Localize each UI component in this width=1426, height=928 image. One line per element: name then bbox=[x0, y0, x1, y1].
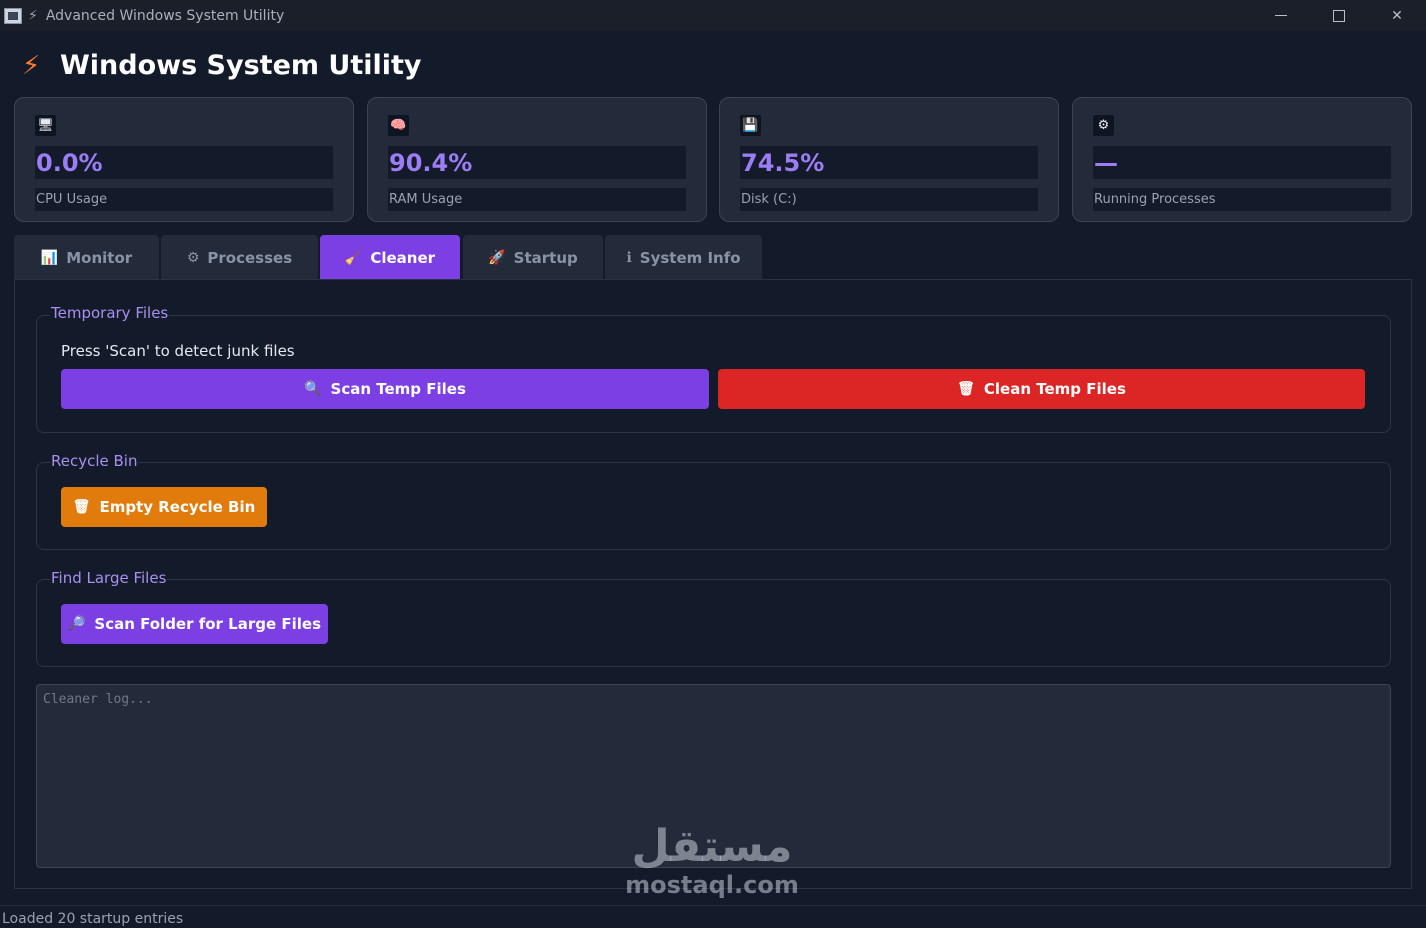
button-label: Scan Temp Files bbox=[330, 380, 466, 398]
find-large-files-title: Find Large Files bbox=[50, 569, 168, 587]
cpu-usage-value: 0.0% bbox=[36, 149, 103, 177]
page-title: Windows System Utility bbox=[60, 50, 422, 81]
stat-label-box: RAM Usage bbox=[388, 188, 686, 211]
stat-card-disk: 💾 74.5% Disk (C:) bbox=[719, 97, 1059, 222]
status-text: Loaded 20 startup entries bbox=[2, 911, 184, 927]
cleaner-log-placeholder: Cleaner log... bbox=[43, 692, 153, 707]
stat-card-ram: 🧠 90.4% RAM Usage bbox=[367, 97, 707, 222]
stats-row: 🖥 0.0% CPU Usage 🧠 90.4% RAM Usage 💾 74.… bbox=[14, 97, 1412, 222]
magnifier-icon: 🔍 bbox=[304, 381, 322, 397]
tab-label: Cleaner bbox=[370, 248, 436, 267]
disk-usage-label: Disk (C:) bbox=[741, 192, 797, 207]
scan-large-files-button[interactable]: 🔎 Scan Folder for Large Files bbox=[61, 604, 328, 644]
stat-value-box: 74.5% bbox=[740, 146, 1038, 179]
tab-label: Startup bbox=[513, 248, 578, 267]
window-title: Advanced Windows System Utility bbox=[45, 7, 285, 24]
window-controls: ✕ bbox=[1252, 0, 1426, 31]
stat-card-cpu: 🖥 0.0% CPU Usage bbox=[14, 97, 354, 222]
empty-recycle-bin-button[interactable]: 🗑 Empty Recycle Bin bbox=[61, 487, 267, 527]
brain-icon: 🧠 bbox=[388, 115, 409, 136]
bar-chart-icon: 📊 bbox=[40, 249, 59, 266]
stat-card-processes: ⚙ — Running Processes bbox=[1072, 97, 1412, 222]
tab-monitor[interactable]: 📊 Monitor bbox=[14, 235, 159, 280]
stat-label-box: Running Processes bbox=[1093, 188, 1391, 211]
temp-files-status: Press 'Scan' to detect junk files bbox=[61, 342, 295, 360]
ram-usage-value: 90.4% bbox=[389, 149, 473, 177]
trash-icon: 🗑 bbox=[957, 381, 975, 397]
watermark-arabic: مستقل bbox=[631, 821, 793, 872]
maximize-icon bbox=[1333, 9, 1345, 22]
stat-value-box: — bbox=[1093, 146, 1391, 179]
tab-cleaner[interactable]: 🧹 Cleaner bbox=[320, 235, 460, 280]
tab-startup[interactable]: 🚀 Startup bbox=[463, 235, 603, 280]
stat-value-box: 90.4% bbox=[388, 146, 686, 179]
stat-label-box: Disk (C:) bbox=[740, 188, 1038, 211]
clean-temp-files-button[interactable]: 🗑 Clean Temp Files bbox=[718, 369, 1365, 409]
close-button[interactable]: ✕ bbox=[1368, 0, 1426, 31]
running-processes-value: — bbox=[1094, 149, 1118, 177]
lightning-icon: ⚡ bbox=[22, 50, 41, 81]
tab-label: Monitor bbox=[66, 248, 133, 267]
recycle-bin-title: Recycle Bin bbox=[50, 452, 139, 470]
ram-usage-label: RAM Usage bbox=[389, 192, 463, 207]
temporary-files-title: Temporary Files bbox=[50, 304, 170, 322]
button-label: Clean Temp Files bbox=[983, 380, 1126, 398]
app-header: ⚡ Windows System Utility bbox=[22, 50, 422, 81]
minimize-button[interactable] bbox=[1252, 0, 1310, 31]
watermark: مستقل mostaql.com bbox=[622, 821, 802, 899]
close-icon: ✕ bbox=[1391, 7, 1403, 24]
disk-usage-value: 74.5% bbox=[741, 149, 825, 177]
cpu-usage-label: CPU Usage bbox=[36, 192, 108, 207]
app-window-icon bbox=[4, 7, 22, 24]
stat-label-box: CPU Usage bbox=[35, 188, 333, 211]
button-label: Scan Folder for Large Files bbox=[94, 615, 322, 633]
tab-label: System Info bbox=[639, 248, 741, 267]
gear-icon: ⚙ bbox=[1093, 115, 1114, 136]
title-bar: ⚡ Advanced Windows System Utility ✕ bbox=[0, 0, 1426, 31]
tab-label: Processes bbox=[207, 248, 293, 267]
stat-value-box: 0.0% bbox=[35, 146, 333, 179]
tab-system-info[interactable]: ℹ System Info bbox=[605, 235, 762, 280]
watermark-latin: mostaql.com bbox=[625, 871, 799, 899]
floppy-disk-icon: 💾 bbox=[740, 115, 761, 136]
trash-icon: 🗑 bbox=[72, 499, 91, 515]
scan-temp-files-button[interactable]: 🔍 Scan Temp Files bbox=[61, 369, 709, 409]
monitor-icon: 🖥 bbox=[35, 115, 56, 136]
tab-processes[interactable]: ⚙ Processes bbox=[161, 235, 318, 280]
broom-icon: 🧹 bbox=[344, 249, 363, 266]
info-icon: ℹ bbox=[626, 249, 632, 266]
running-processes-label: Running Processes bbox=[1094, 192, 1216, 207]
button-label: Empty Recycle Bin bbox=[99, 498, 256, 516]
cleaner-panel: Temporary Files Press 'Scan' to detect j… bbox=[14, 279, 1412, 889]
maximize-button[interactable] bbox=[1310, 0, 1368, 31]
gear-icon: ⚙ bbox=[186, 249, 200, 266]
lightning-icon: ⚡ bbox=[28, 7, 38, 24]
minimize-icon bbox=[1275, 15, 1287, 16]
status-bar: Loaded 20 startup entries bbox=[0, 905, 1426, 928]
magnifier-icon: 🔎 bbox=[67, 616, 86, 632]
rocket-icon: 🚀 bbox=[488, 249, 506, 266]
